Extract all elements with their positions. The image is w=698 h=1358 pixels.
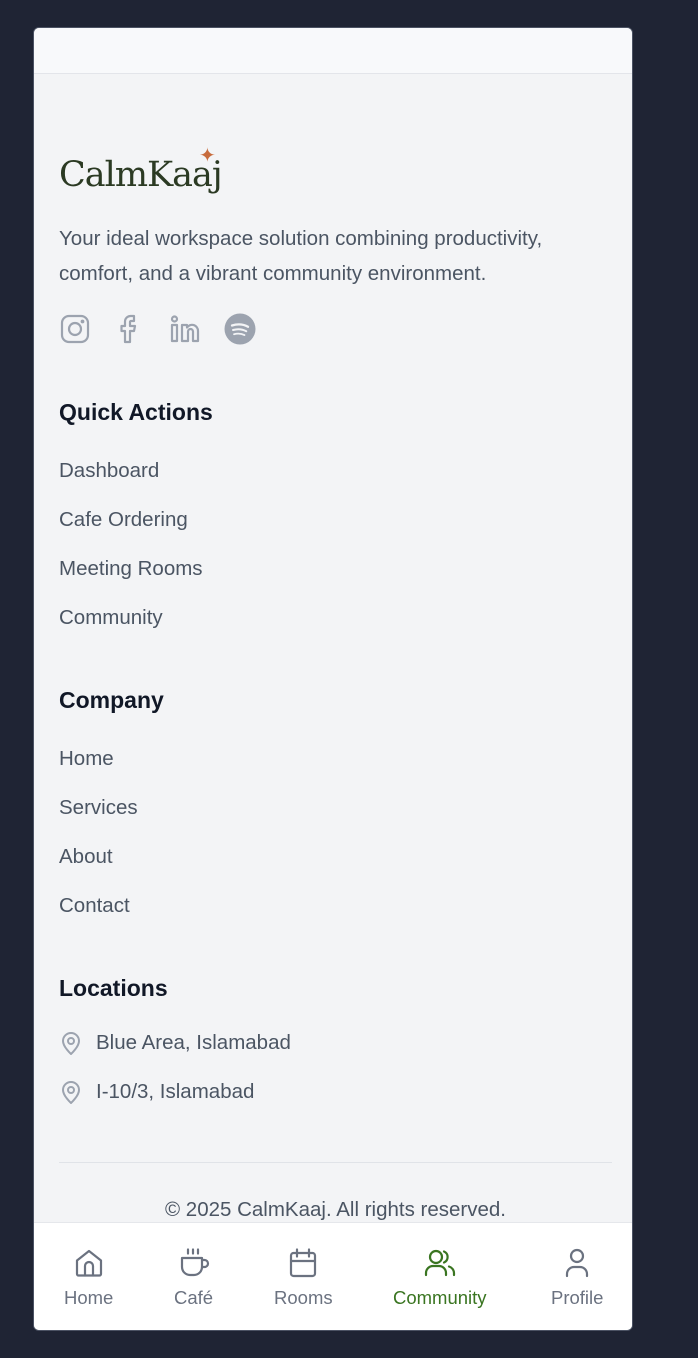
nav-rooms[interactable]: Rooms — [274, 1247, 333, 1309]
link-contact[interactable]: Contact — [59, 894, 130, 918]
spotify-icon[interactable] — [224, 313, 256, 345]
instagram-icon[interactable] — [59, 313, 91, 345]
link-services[interactable]: Services — [59, 796, 138, 820]
link-cafe-ordering[interactable]: Cafe Ordering — [59, 508, 188, 532]
top-header-bar — [34, 28, 632, 74]
nav-cafe[interactable]: Café — [174, 1247, 213, 1309]
nav-cafe-label: Café — [174, 1287, 214, 1308]
map-pin-icon — [62, 1032, 80, 1055]
nav-home-label: Home — [64, 1287, 114, 1308]
brand-name: CalmKaaj — [59, 155, 223, 195]
home-icon — [75, 1249, 102, 1277]
linkedin-icon[interactable] — [169, 313, 201, 345]
nav-community[interactable]: Community — [393, 1247, 487, 1309]
sparkle-icon: ✦ — [199, 143, 216, 167]
nav-profile[interactable]: Profile — [551, 1247, 603, 1309]
link-about[interactable]: About — [59, 845, 113, 869]
coffee-cup-icon — [180, 1248, 209, 1277]
mobile-frame: CalmKaaj ✦ Your ideal workspace solution… — [33, 27, 633, 1331]
facebook-icon[interactable] — [114, 313, 146, 345]
nav-profile-label: Profile — [551, 1287, 604, 1308]
nav-community-label: Community — [393, 1287, 487, 1308]
company-heading: Company — [59, 687, 164, 713]
quick-actions-heading: Quick Actions — [59, 399, 213, 425]
locations-heading: Locations — [59, 975, 168, 1001]
link-meeting-rooms[interactable]: Meeting Rooms — [59, 557, 203, 581]
link-dashboard[interactable]: Dashboard — [59, 459, 159, 483]
link-community[interactable]: Community — [59, 606, 163, 630]
bottom-navigation: Home Café Rooms Community Profile — [34, 1222, 632, 1330]
link-home[interactable]: Home — [59, 747, 114, 771]
copyright-text: © 2025 CalmKaaj. All rights reserved. — [165, 1198, 506, 1221]
location-label: I-10/3, Islamabad — [96, 1080, 255, 1103]
footer-divider — [59, 1162, 612, 1163]
nav-rooms-label: Rooms — [274, 1287, 333, 1308]
social-links — [59, 313, 256, 347]
footer-content: CalmKaaj ✦ Your ideal workspace solution… — [59, 73, 612, 1223]
location-label: Blue Area, Islamabad — [96, 1031, 291, 1054]
user-icon — [566, 1248, 589, 1278]
nav-home[interactable]: Home — [64, 1247, 113, 1309]
location-item[interactable]: I-10/3, Islamabad — [59, 1079, 254, 1105]
brand-tagline: Your ideal workspace solution combining … — [59, 227, 543, 285]
location-item[interactable]: Blue Area, Islamabad — [59, 1030, 291, 1056]
calendar-icon — [290, 1248, 317, 1278]
users-icon — [424, 1249, 455, 1277]
map-pin-icon — [62, 1081, 80, 1104]
